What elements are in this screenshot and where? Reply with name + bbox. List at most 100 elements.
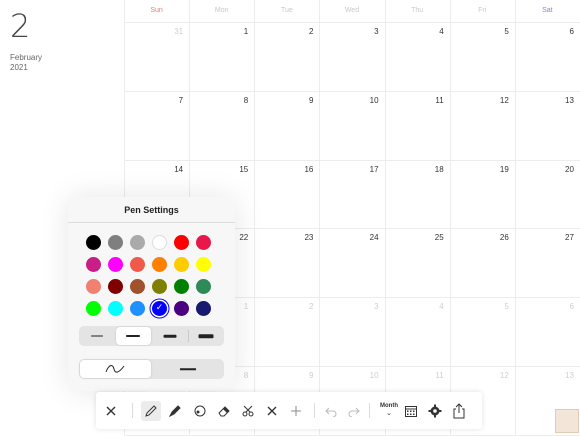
calendar-day-cell[interactable]: 23	[254, 228, 319, 297]
clear-icon[interactable]	[262, 401, 282, 421]
share-icon[interactable]	[449, 401, 469, 421]
calendar-day-cell[interactable]: 5	[450, 297, 515, 366]
day-number: 15	[228, 165, 248, 174]
day-number: 8	[228, 96, 248, 105]
line-width-option-extra-thick[interactable]	[189, 327, 223, 345]
line-style-selector	[79, 359, 224, 379]
weekday-header-thu: Thu	[385, 0, 450, 22]
day-number: 6	[554, 27, 574, 36]
calendar-day-cell[interactable]: 6	[515, 22, 580, 91]
color-swatch[interactable]	[152, 279, 167, 294]
freehand-line-icon	[105, 364, 125, 374]
line-width-option-medium[interactable]	[116, 327, 150, 345]
line-width-option-thin[interactable]	[80, 327, 114, 345]
calendar-day-cell[interactable]: 8	[189, 91, 254, 160]
calendar-day-cell[interactable]: 3	[319, 22, 384, 91]
color-swatch[interactable]	[86, 257, 101, 272]
color-swatch[interactable]	[108, 235, 123, 250]
day-number: 31	[163, 27, 183, 36]
color-swatch[interactable]	[174, 257, 189, 272]
color-swatch[interactable]	[108, 279, 123, 294]
day-number: 17	[359, 165, 379, 174]
color-swatch[interactable]	[108, 257, 123, 272]
line-width-preview	[163, 335, 176, 338]
color-swatch[interactable]	[196, 301, 211, 316]
calendar-day-cell[interactable]: 27	[515, 228, 580, 297]
calendar-day-cell[interactable]: 13	[515, 91, 580, 160]
redo-icon[interactable]	[343, 401, 363, 421]
day-number: 2	[293, 302, 313, 311]
selected-day-number: 2	[10, 10, 30, 42]
pen-icon[interactable]	[141, 401, 161, 421]
calendar-day-cell[interactable]: 18	[385, 160, 450, 229]
calendar-day-cell[interactable]: 19	[450, 160, 515, 229]
calendar-icon[interactable]	[401, 401, 421, 421]
calendar-day-cell[interactable]: 7	[124, 91, 189, 160]
color-swatch[interactable]	[130, 235, 145, 250]
calendar-day-cell[interactable]: 2	[254, 22, 319, 91]
color-swatch[interactable]	[130, 279, 145, 294]
color-swatch[interactable]	[86, 235, 101, 250]
divider	[188, 330, 189, 342]
day-number: 20	[554, 165, 574, 174]
color-swatch[interactable]	[196, 279, 211, 294]
color-swatch[interactable]	[174, 279, 189, 294]
calendar-day-cell[interactable]: 26	[450, 228, 515, 297]
color-swatch[interactable]	[196, 257, 211, 272]
gear-icon[interactable]	[425, 401, 445, 421]
calendar-day-cell[interactable]: 6	[515, 297, 580, 366]
day-number: 13	[554, 96, 574, 105]
day-number: 3	[359, 302, 379, 311]
weekday-header-mon: Mon	[189, 0, 254, 22]
chevron-down-icon: ⌄	[378, 410, 400, 417]
calendar-day-cell[interactable]: 2	[254, 297, 319, 366]
calendar-day-cell[interactable]: 1	[189, 22, 254, 91]
color-swatch[interactable]	[86, 301, 101, 316]
calendar-day-cell[interactable]: 4	[385, 22, 450, 91]
fill-icon[interactable]	[190, 401, 210, 421]
sticker-thumbnail[interactable]	[555, 409, 579, 433]
color-swatch[interactable]	[130, 301, 145, 316]
scissors-icon[interactable]	[238, 401, 258, 421]
line-width-option-thick[interactable]	[153, 327, 187, 345]
divider	[314, 403, 315, 418]
day-number: 2	[293, 27, 313, 36]
selected-month: February	[10, 53, 42, 62]
view-mode-selector[interactable]: Month ⌄	[378, 401, 400, 421]
color-swatch[interactable]	[152, 257, 167, 272]
calendar-day-cell[interactable]: 31	[124, 22, 189, 91]
color-swatch[interactable]	[174, 301, 189, 316]
day-number: 23	[293, 233, 313, 242]
calendar-day-cell[interactable]: 5	[450, 22, 515, 91]
day-number: 12	[489, 371, 509, 380]
close-icon[interactable]	[101, 401, 121, 421]
calendar-day-cell[interactable]: 11	[385, 91, 450, 160]
eraser-icon[interactable]	[214, 401, 234, 421]
day-number: 11	[424, 371, 444, 380]
color-swatch[interactable]	[174, 235, 189, 250]
calendar-day-cell[interactable]: 3	[319, 297, 384, 366]
day-number: 10	[359, 96, 379, 105]
calendar-day-cell[interactable]: 16	[254, 160, 319, 229]
color-swatch[interactable]	[152, 235, 167, 250]
day-number: 6	[554, 302, 574, 311]
color-swatch[interactable]	[130, 257, 145, 272]
calendar-day-cell[interactable]: 17	[319, 160, 384, 229]
calendar-day-cell[interactable]: 20	[515, 160, 580, 229]
calendar-day-cell[interactable]: 25	[385, 228, 450, 297]
calendar-day-cell[interactable]: 24	[319, 228, 384, 297]
line-style-straight[interactable]	[153, 360, 224, 378]
color-swatch[interactable]: ✓	[152, 301, 167, 316]
color-swatch[interactable]	[108, 301, 123, 316]
calendar-day-cell[interactable]: 4	[385, 297, 450, 366]
calendar-day-cell[interactable]: 9	[254, 91, 319, 160]
marker-icon[interactable]	[165, 401, 185, 421]
color-swatch[interactable]	[86, 279, 101, 294]
color-swatch[interactable]	[196, 235, 211, 250]
add-icon[interactable]	[286, 401, 306, 421]
calendar-day-cell[interactable]: 10	[319, 91, 384, 160]
calendar-day-cell[interactable]: 12	[450, 91, 515, 160]
line-style-freehand[interactable]	[80, 360, 151, 378]
day-number: 12	[489, 96, 509, 105]
undo-icon[interactable]	[321, 401, 341, 421]
